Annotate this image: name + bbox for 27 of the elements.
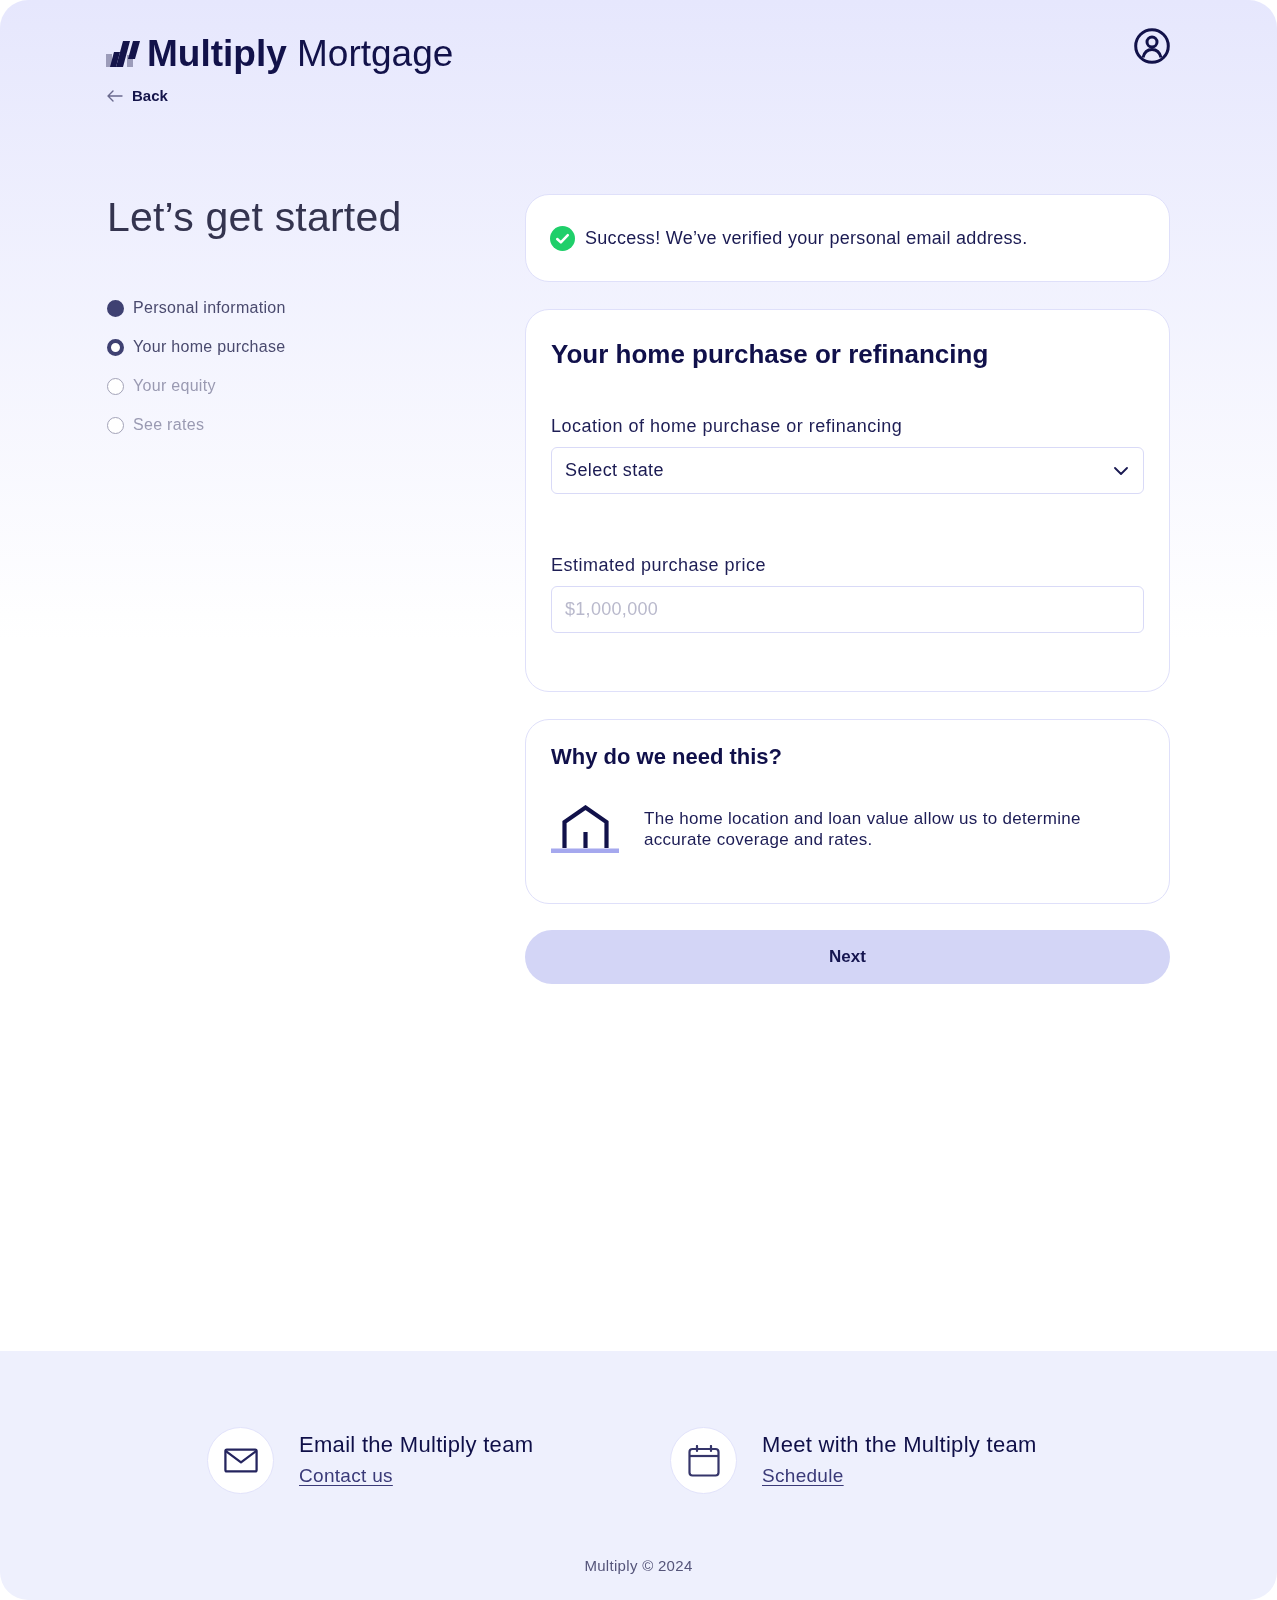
page-title: Let’s get started: [107, 194, 403, 240]
copyright-text: Multiply © 2024: [584, 1556, 693, 1576]
step-label: Personal information: [133, 298, 286, 318]
price-input[interactable]: $1,000,000: [551, 586, 1144, 633]
contact-title: Email the Multiply team: [299, 1432, 534, 1458]
chevron-down-icon: [1114, 466, 1128, 475]
back-link[interactable]: Back: [107, 86, 168, 106]
step-label: See rates: [133, 415, 205, 435]
field-label: Location of home purchase or refinancing: [551, 415, 904, 437]
field-label: Estimated purchase price: [551, 554, 768, 576]
house-icon: [551, 805, 619, 853]
account-icon[interactable]: [1134, 28, 1170, 64]
check-circle-icon: [550, 225, 575, 251]
step-label: Your equity: [133, 376, 216, 396]
info-text: The home location and loan value allow us to determine accurate coverage and rates.: [644, 808, 1082, 850]
brand-name: Multiply Mortgage: [147, 34, 454, 74]
form-title: Your home purchase or refinancing: [551, 339, 990, 369]
notice-text: Success! We’ve verified your personal email address.: [585, 226, 1028, 250]
state-select[interactable]: Select state: [551, 447, 1144, 494]
step-label: Your home purchase: [133, 337, 286, 357]
info-title: Why do we need this?: [551, 744, 783, 770]
contact-title: Meet with the Multiply team: [762, 1432, 1037, 1458]
next-button[interactable]: Next: [525, 930, 1170, 984]
contact-link[interactable]: Schedule: [762, 1465, 844, 1487]
arrow-left-icon: [107, 90, 123, 102]
contact-link[interactable]: Contact us: [299, 1465, 393, 1487]
logo-icon: [106, 41, 140, 67]
